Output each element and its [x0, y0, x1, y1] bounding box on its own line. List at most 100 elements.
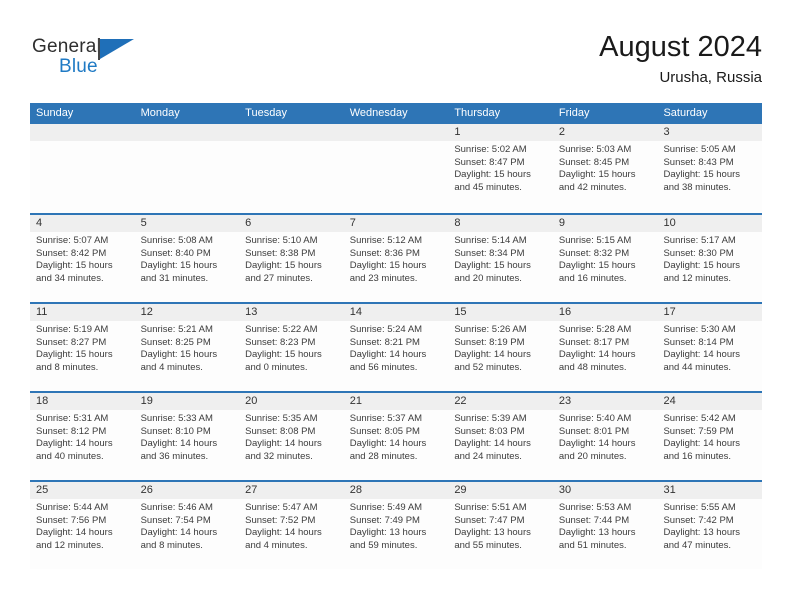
day-cell[interactable]: 11 Sunrise: 5:19 AM Sunset: 8:27 PM Dayligh… — [30, 304, 135, 391]
flag-triangle-icon — [100, 39, 134, 59]
day-number-band: 5 — [134, 215, 240, 232]
day-number-band: 4 — [30, 215, 135, 232]
day-cell[interactable]: 28 Sunrise: 5:49 AM Sunset: 7:49 PM Dayligh… — [343, 482, 449, 569]
sunset-text: Sunset: 8:36 PM — [349, 247, 420, 259]
sunset-text: Sunset: 8:47 PM — [454, 156, 525, 168]
day-number: 4 — [36, 217, 43, 229]
daylight-text-line1: Daylight: 14 hours — [454, 438, 531, 450]
day-cell-empty — [134, 124, 240, 213]
day-number-band: 13 — [239, 304, 344, 321]
sunset-text: Sunset: 8:10 PM — [140, 425, 211, 437]
day-cell[interactable]: 18 Sunrise: 5:31 AM Sunset: 8:12 PM Dayligh… — [30, 393, 135, 480]
weekday-header-row: Sunday Monday Tuesday Wednesday Thursday… — [30, 103, 762, 124]
day-cell[interactable]: 20 Sunrise: 5:35 AM Sunset: 8:08 PM Dayligh… — [239, 393, 344, 480]
day-cell[interactable]: 8 Sunrise: 5:14 AM Sunset: 8:34 PM Daylight… — [448, 215, 553, 302]
day-details: Sunrise: 5:46 AM Sunset: 7:54 PM Daylight:… — [134, 499, 240, 553]
day-number-band: 6 — [239, 215, 344, 232]
day-details: Sunrise: 5:44 AM Sunset: 7:56 PM Daylight:… — [30, 499, 135, 553]
day-details: Sunrise: 5:10 AM Sunset: 8:38 PM Daylight:… — [239, 232, 344, 286]
day-number: 9 — [558, 217, 566, 229]
day-cell[interactable]: 5 Sunrise: 5:08 AM Sunset: 8:40 PM Daylight… — [134, 215, 240, 302]
day-number: 23 — [558, 395, 572, 407]
day-cell[interactable]: 17 Sunrise: 5:30 AM Sunset: 8:14 PM Dayligh… — [657, 304, 763, 391]
daylight-text-line1: Daylight: 15 hours — [454, 260, 531, 272]
day-cell[interactable]: 26 Sunrise: 5:46 AM Sunset: 7:54 PM Dayligh… — [134, 482, 240, 569]
day-number-band: 22 — [448, 393, 553, 410]
day-cell[interactable]: 15 Sunrise: 5:26 AM Sunset: 8:19 PM Dayligh… — [448, 304, 553, 391]
daylight-text-line2: and 20 minutes. — [558, 450, 627, 462]
day-cell[interactable]: 31 Sunrise: 5:55 AM Sunset: 7:42 PM Dayligh… — [657, 482, 763, 569]
day-details: Sunrise: 5:17 AM Sunset: 8:30 PM Daylight:… — [657, 232, 763, 286]
day-cell[interactable]: 24 Sunrise: 5:42 AM Sunset: 7:59 PM Dayligh… — [657, 393, 763, 480]
weekday-header-saturday: Saturday — [663, 107, 708, 119]
daylight-text-line1: Daylight: 14 hours — [558, 349, 636, 361]
daylight-text-line1: Daylight: 14 hours — [245, 527, 322, 539]
day-cell-empty — [239, 124, 344, 213]
day-number: 2 — [558, 126, 566, 138]
day-number: 13 — [245, 306, 258, 318]
day-cell[interactable]: 3 Sunrise: 5:05 AM Sunset: 8:43 PM Daylight… — [657, 124, 763, 213]
sunset-text: Sunset: 8:27 PM — [36, 336, 107, 348]
day-cell[interactable]: 10 Sunrise: 5:17 AM Sunset: 8:30 PM Dayligh… — [657, 215, 763, 302]
week-row: 1 Sunrise: 5:02 AM Sunset: 8:47 PM Daylight… — [30, 124, 763, 213]
day-cell[interactable]: 1 Sunrise: 5:02 AM Sunset: 8:47 PM Daylight… — [448, 124, 553, 213]
day-cell[interactable]: 6 Sunrise: 5:10 AM Sunset: 8:38 PM Daylight… — [239, 215, 344, 302]
day-cell[interactable]: 2 Sunrise: 5:03 AM Sunset: 8:45 PM Daylight… — [552, 124, 658, 213]
sunset-text: Sunset: 8:42 PM — [36, 247, 107, 259]
day-number-band: 23 — [552, 393, 658, 410]
day-cell[interactable]: 13 Sunrise: 5:22 AM Sunset: 8:23 PM Dayligh… — [239, 304, 344, 391]
day-cell[interactable]: 12 Sunrise: 5:21 AM Sunset: 8:25 PM Dayligh… — [134, 304, 240, 391]
sunset-text: Sunset: 8:40 PM — [140, 247, 211, 259]
sunrise-text: Sunrise: 5:22 AM — [245, 324, 318, 335]
day-number-band: 8 — [448, 215, 553, 232]
day-number-band: 2 — [552, 124, 658, 141]
general-blue-logo[interactable]: General Blue — [32, 36, 152, 82]
sunset-text: Sunset: 7:42 PM — [663, 514, 734, 526]
daylight-text-line2: and 51 minutes. — [558, 539, 627, 551]
day-number-band: 3 — [657, 124, 763, 141]
title-block: August 2024 Urusha, Russia — [599, 30, 762, 88]
day-number: 7 — [349, 217, 356, 229]
sunset-text: Sunset: 8:17 PM — [558, 336, 630, 348]
day-number: 15 — [454, 306, 467, 318]
day-details: Sunrise: 5:51 AM Sunset: 7:47 PM Daylight:… — [448, 499, 553, 553]
day-cell[interactable]: 21 Sunrise: 5:37 AM Sunset: 8:05 PM Dayligh… — [343, 393, 449, 480]
day-cell[interactable]: 27 Sunrise: 5:47 AM Sunset: 7:52 PM Dayligh… — [239, 482, 344, 569]
daylight-text-line2: and 38 minutes. — [663, 181, 732, 193]
day-cell[interactable]: 4 Sunrise: 5:07 AM Sunset: 8:42 PM Daylight… — [30, 215, 135, 302]
sunrise-text: Sunrise: 5:55 AM — [663, 502, 736, 513]
day-cell[interactable]: 30 Sunrise: 5:53 AM Sunset: 7:44 PM Dayligh… — [552, 482, 658, 569]
day-cell[interactable]: 22 Sunrise: 5:39 AM Sunset: 8:03 PM Dayligh… — [448, 393, 553, 480]
day-cell[interactable]: 19 Sunrise: 5:33 AM Sunset: 8:10 PM Dayligh… — [134, 393, 240, 480]
daylight-text-line2: and 12 minutes. — [663, 272, 732, 284]
day-number-band: 29 — [448, 482, 553, 499]
day-cell[interactable]: 23 Sunrise: 5:40 AM Sunset: 8:01 PM Dayligh… — [552, 393, 658, 480]
sunrise-text: Sunrise: 5:47 AM — [245, 502, 318, 513]
day-cell[interactable]: 14 Sunrise: 5:24 AM Sunset: 8:21 PM Dayligh… — [343, 304, 449, 391]
day-cell[interactable]: 16 Sunrise: 5:28 AM Sunset: 8:17 PM Dayligh… — [552, 304, 658, 391]
sunset-text: Sunset: 8:01 PM — [558, 425, 630, 437]
day-cell[interactable]: 25 Sunrise: 5:44 AM Sunset: 7:56 PM Dayligh… — [30, 482, 135, 569]
daylight-text-line2: and 48 minutes. — [558, 361, 627, 373]
day-cell[interactable]: 29 Sunrise: 5:51 AM Sunset: 7:47 PM Dayligh… — [448, 482, 553, 569]
day-cell[interactable]: 9 Sunrise: 5:15 AM Sunset: 8:32 PM Daylight… — [552, 215, 658, 302]
day-number-band — [343, 124, 449, 141]
sunrise-text: Sunrise: 5:19 AM — [36, 324, 109, 335]
day-number: 24 — [663, 395, 676, 407]
sunrise-text: Sunrise: 5:30 AM — [663, 324, 736, 335]
sunrise-text: Sunrise: 5:49 AM — [349, 502, 423, 513]
sunset-text: Sunset: 7:59 PM — [663, 425, 734, 437]
week-row: 4 Sunrise: 5:07 AM Sunset: 8:42 PM Daylight… — [30, 213, 763, 302]
day-cell[interactable]: 7 Sunrise: 5:12 AM Sunset: 8:36 PM Daylight… — [343, 215, 449, 302]
sunset-text: Sunset: 8:19 PM — [454, 336, 525, 348]
daylight-text-line1: Daylight: 14 hours — [140, 438, 218, 450]
daylight-text-line1: Daylight: 15 hours — [663, 260, 741, 272]
daylight-text-line2: and 8 minutes. — [140, 539, 203, 551]
daylight-text-line2: and 36 minutes. — [140, 450, 209, 462]
day-details: Sunrise: 5:42 AM Sunset: 7:59 PM Daylight:… — [657, 410, 763, 464]
day-number-band: 21 — [343, 393, 449, 410]
day-number-band: 26 — [134, 482, 240, 499]
sunrise-text: Sunrise: 5:31 AM — [36, 413, 109, 424]
page-header: General Blue August 2024 Urusha, Russia — [0, 0, 792, 100]
day-number-band: 7 — [343, 215, 449, 232]
